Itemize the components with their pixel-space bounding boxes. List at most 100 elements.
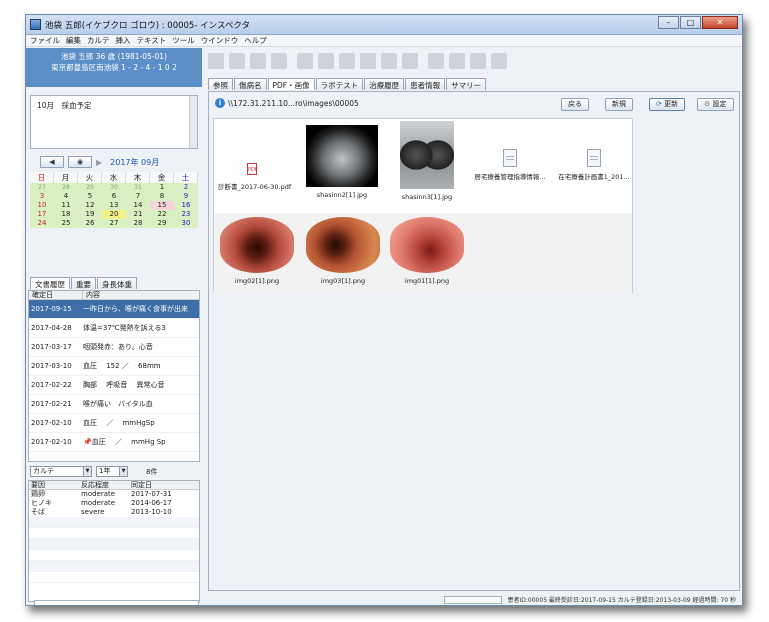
table-icon[interactable] [470, 53, 486, 69]
calendar-day[interactable]: 30 [102, 183, 126, 192]
tab-diagnosis[interactable]: 傷病名 [234, 78, 267, 90]
edit-icon[interactable] [297, 53, 313, 69]
new-button[interactable]: 新規 [605, 98, 633, 111]
calendar-day[interactable]: 19 [78, 210, 102, 219]
table-row[interactable]: ヒノキ moderate 2014-06-17 [29, 499, 199, 508]
gallery-item[interactable]: shasinn3[1].jpg [392, 121, 462, 201]
calendar-day-visit[interactable]: 15 [150, 201, 174, 210]
tab-lab-test[interactable]: ラボテスト [315, 78, 364, 90]
calendar-day[interactable]: 8 [150, 192, 174, 201]
calendar-day[interactable]: 9 [174, 192, 198, 201]
maximize-button[interactable]: □ [680, 16, 701, 29]
next-month-button[interactable]: ▶ [96, 158, 102, 167]
table-row[interactable]: 2017-02-22 胸部 呼吸音 異常心音 [29, 376, 199, 395]
calendar-day[interactable]: 7 [126, 192, 150, 201]
menu-edit[interactable]: 編集 [66, 35, 81, 46]
paste-icon[interactable] [402, 53, 418, 69]
tab-pdf-images[interactable]: PDF・画像 [267, 78, 315, 90]
calendar-day[interactable]: 26 [78, 219, 102, 228]
stamp-icon[interactable] [428, 53, 444, 69]
table-row[interactable]: 2017-02-10 📌血圧 ／ mmHg Sp [29, 433, 199, 452]
gallery-item[interactable]: img03[1].png [302, 217, 384, 285]
memo-scrollbar[interactable] [189, 96, 197, 148]
menu-text[interactable]: テキスト [137, 35, 167, 46]
gallery-item[interactable]: PDF 診断書_2017-06-30.pdf [218, 163, 291, 191]
calendar-day[interactable]: 3 [30, 192, 54, 201]
calendar-day[interactable]: 28 [54, 183, 78, 192]
tab-patient-info[interactable]: 患者情報 [405, 78, 446, 90]
menu-window[interactable]: ウインドウ [201, 35, 239, 46]
calendar-day[interactable]: 27 [102, 219, 126, 228]
calendar-day[interactable]: 4 [54, 192, 78, 201]
menu-help[interactable]: ヘルプ [244, 35, 267, 46]
calendar-day[interactable]: 30 [174, 219, 198, 228]
col-factor[interactable]: 要因 [29, 481, 79, 489]
calendar-day[interactable]: 31 [126, 183, 150, 192]
save-icon[interactable] [250, 53, 266, 69]
new-document-icon[interactable] [229, 53, 245, 69]
col-severity[interactable]: 反応程度 [79, 481, 129, 489]
patient-memo[interactable]: 10月 採血予定 [30, 95, 198, 149]
calendar-day[interactable]: 10 [30, 201, 54, 210]
col-identified-date[interactable]: 同定日 [129, 481, 152, 489]
gallery-item[interactable]: img01[1].png [386, 217, 468, 285]
tab-reference[interactable]: 参照 [208, 78, 233, 90]
redo-icon[interactable] [339, 53, 355, 69]
gallery-item[interactable]: shasinn2[1].jpg [302, 125, 382, 199]
prev-month-button[interactable]: ◀ [40, 156, 64, 168]
calendar-day[interactable]: 18 [54, 210, 78, 219]
calendar-day[interactable]: 29 [150, 219, 174, 228]
back-button[interactable]: 戻る [561, 98, 589, 111]
karte-type-select[interactable]: カルテ ▼ [30, 466, 92, 477]
copy-icon[interactable] [381, 53, 397, 69]
tab-document-history[interactable]: 文書履歴 [30, 277, 70, 289]
menu-karte[interactable]: カルテ [87, 35, 110, 46]
gallery-item[interactable]: img02[1].png [216, 217, 298, 285]
calendar-day[interactable]: 11 [54, 201, 78, 210]
calendar-day[interactable]: 6 [102, 192, 126, 201]
table-row[interactable]: 2017-03-10 血圧 152 ／ 68mm [29, 357, 199, 376]
calendar-day[interactable]: 23 [174, 210, 198, 219]
calendar-day[interactable]: 1 [150, 183, 174, 192]
close-button[interactable]: ✕ [702, 16, 738, 29]
tab-height-weight[interactable]: 身長体重 [97, 277, 137, 289]
new-karte-icon[interactable] [208, 53, 224, 69]
table-row[interactable]: 2017-04-28 体温=37℃発熱を訴える3 [29, 319, 199, 338]
calendar-day[interactable]: 29 [78, 183, 102, 192]
cut-icon[interactable] [360, 53, 376, 69]
calendar-day[interactable]: 24 [30, 219, 54, 228]
table-row[interactable]: 鶏卵 moderate 2017-07-31 [29, 490, 199, 499]
table-row[interactable]: 2017-02-10 血圧 ／ mmHgSp [29, 414, 199, 433]
settings-button[interactable]: ⚙ 設定 [697, 98, 734, 111]
refresh-button[interactable]: ⟳ 更新 [649, 98, 686, 111]
calendar-day[interactable]: 25 [54, 219, 78, 228]
table-row[interactable]: 2017-03-17 咽頭発赤：あり。心音 [29, 338, 199, 357]
print-icon[interactable] [271, 53, 287, 69]
calendar-day[interactable]: 12 [78, 201, 102, 210]
calendar-day[interactable]: 27 [30, 183, 54, 192]
lab-icon[interactable] [449, 53, 465, 69]
table-row[interactable]: 2017-09-15 一昨日から、喉が痛く食事が出来 [29, 300, 199, 319]
calendar-day[interactable]: 22 [150, 210, 174, 219]
tab-treatment-history[interactable]: 治療履歴 [364, 78, 405, 90]
gallery-item[interactable]: 在宅療養計画書1_201... [554, 149, 634, 181]
karte-period-select[interactable]: 1年 ▼ [96, 466, 128, 477]
col-confirm-date[interactable]: 確定日 [29, 291, 83, 299]
undo-icon[interactable] [318, 53, 334, 69]
menu-insert[interactable]: 挿入 [116, 35, 131, 46]
minimize-button[interactable]: – [658, 16, 679, 29]
table-row[interactable]: 2017-02-21 喉が痛い バイタル血 [29, 395, 199, 414]
calendar-day[interactable]: 21 [126, 210, 150, 219]
gallery-item[interactable]: 居宅療養管理指導情報... [470, 149, 550, 181]
col-content[interactable]: 内容 [83, 291, 100, 299]
calendar-day[interactable]: 14 [126, 201, 150, 210]
calendar-day-today[interactable]: 20 [102, 210, 126, 219]
table-row[interactable]: そば severe 2013-10-10 [29, 508, 199, 517]
current-month-button[interactable]: ◉ [68, 156, 92, 168]
calendar-day[interactable]: 28 [126, 219, 150, 228]
tab-summary[interactable]: サマリー [446, 78, 487, 90]
menu-file[interactable]: ファイル [30, 35, 60, 46]
calendar-day[interactable]: 16 [174, 201, 198, 210]
calendar-day[interactable]: 13 [102, 201, 126, 210]
calendar-day[interactable]: 5 [78, 192, 102, 201]
